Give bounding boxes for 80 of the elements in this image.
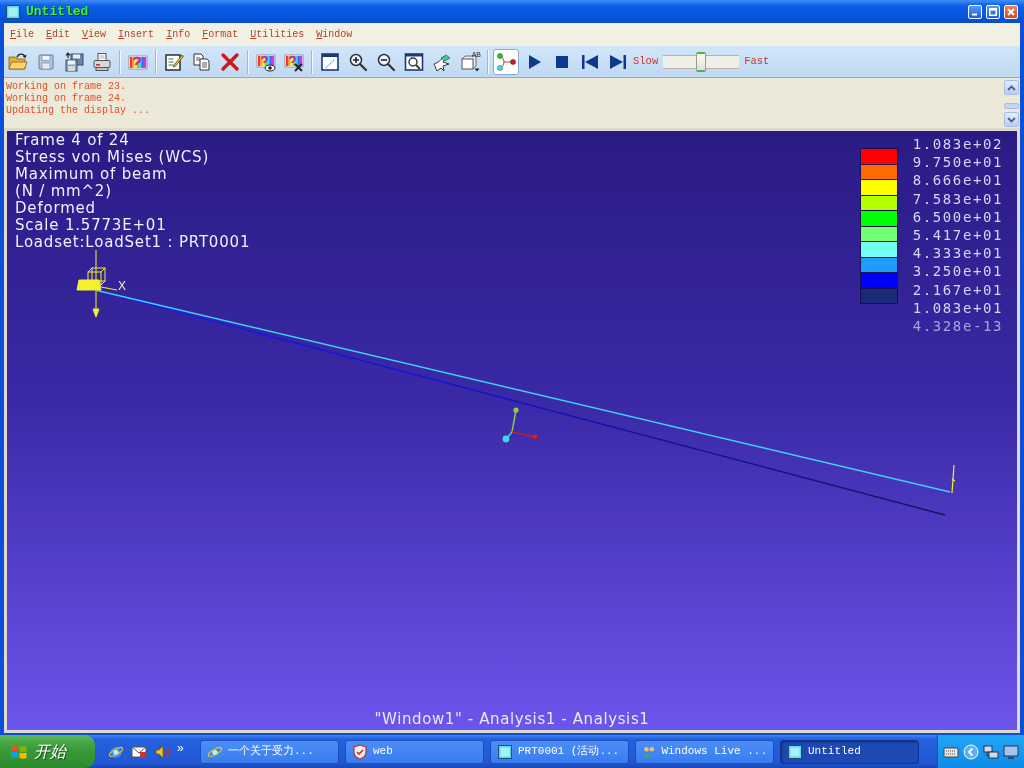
magnifier-frame-icon (404, 51, 424, 72)
floppy-arrow-icon (64, 51, 84, 72)
tray-expand-icon[interactable] (963, 743, 979, 760)
constraint-symbol-icon (76, 249, 118, 318)
scroll-up-button[interactable] (1003, 80, 1019, 95)
app-window-icon (787, 743, 803, 760)
maximize-icon (989, 7, 997, 16)
mail-icon[interactable] (131, 743, 147, 760)
monitor-icon[interactable] (1003, 743, 1019, 760)
result-info-line: Maximum of beam (15, 166, 169, 183)
window-title: Untitled (26, 2, 89, 21)
result-info-line: Stress von Mises (WCS) (15, 149, 211, 166)
four-pane-flag-icon (10, 743, 28, 760)
speaker-icon[interactable] (154, 743, 170, 760)
node-toggle-button[interactable] (493, 48, 519, 75)
menu-item[interactable]: Edit (40, 27, 77, 42)
message-line: Working on frame 23. (6, 81, 128, 93)
copy-icon (192, 51, 212, 72)
legend-value: 7.583e+01 (912, 189, 1003, 208)
scroll-down-button[interactable] (1003, 112, 1019, 127)
axis-label: X (118, 280, 126, 292)
chevron-down-icon (1006, 116, 1016, 123)
rainbow-cross-icon (284, 51, 304, 72)
menu-item[interactable]: Info (160, 27, 197, 42)
close-button[interactable] (1004, 4, 1018, 19)
legend-value: 1.083e+02 (912, 135, 1003, 154)
minimize-button[interactable] (968, 4, 982, 19)
checklist-pen-icon (164, 51, 184, 72)
delete-icon (220, 51, 240, 72)
start-button[interactable]: 开始 (0, 735, 95, 768)
legend-value: 2.167e+01 (912, 280, 1003, 299)
app-window-icon (497, 743, 513, 760)
menu-item[interactable]: Insert (112, 27, 161, 42)
chevron-up-icon (1006, 84, 1016, 91)
zoom-in-icon (348, 51, 368, 72)
legend-value: 5.417e+01 (912, 226, 1003, 245)
menu-item[interactable]: Window (310, 27, 359, 42)
window-pane-icon (320, 51, 340, 72)
taskbar-button[interactable]: Untitled (780, 739, 919, 764)
result-info-line: (N / mm^2) (15, 183, 113, 200)
message-line: Updating the display ... (6, 105, 152, 117)
shield-icon (352, 743, 368, 760)
legend-value: 4.333e+01 (912, 244, 1003, 263)
message-line: Working on frame 24. (6, 93, 128, 105)
close-icon (1007, 7, 1015, 16)
node-graph-icon (496, 51, 516, 72)
network-icon[interactable] (983, 743, 999, 760)
legend-value: 6.500e+01 (912, 207, 1003, 226)
quick-launch-more-button[interactable]: » (177, 741, 184, 754)
menu-item[interactable]: Utilities (244, 27, 311, 42)
taskbar-button[interactable]: Windows Live ... (635, 739, 774, 764)
zoom-out-icon (376, 51, 396, 72)
legend-value: 1.083e+01 (912, 298, 1003, 318)
result-info-line: Loadset:LoadSet1 : PRT0001 (15, 234, 251, 251)
slow-label: Slow (633, 53, 659, 69)
taskbar-button[interactable]: web (345, 739, 484, 764)
menu-item[interactable]: Format (196, 27, 245, 42)
end-marker-icon (951, 464, 956, 494)
viewport-caption: "Window1" - Analysis1 - Analysis1 (374, 711, 650, 728)
maximize-button[interactable] (986, 4, 1000, 19)
legend-value: 8.666e+01 (912, 171, 1003, 190)
result-info-line: Deformed (15, 200, 97, 217)
result-info-line: Frame 4 of 24 (15, 132, 131, 149)
printer-icon (92, 51, 112, 72)
app-icon (6, 4, 20, 19)
legend-value: 4.328e-13 (912, 317, 1003, 336)
legend-value: 3.250e+01 (912, 262, 1003, 281)
menu-item[interactable]: File (4, 27, 41, 42)
taskbar-button[interactable]: PRT0001 (活动... (490, 739, 629, 764)
slider-thumb[interactable] (696, 51, 707, 72)
menu-item[interactable]: View (76, 27, 113, 42)
scroll-thumb[interactable] (1003, 103, 1019, 109)
folder-icon (8, 51, 28, 72)
rainbow-eye-icon (256, 51, 276, 72)
fast-label: Fast (744, 53, 770, 69)
axis-triad-icon (502, 407, 538, 443)
taskbar-button[interactable]: 一个关于受力... (200, 739, 339, 764)
speed-slider[interactable] (663, 51, 740, 72)
legend-value: 9.750e+01 (912, 153, 1003, 172)
result-info-line: Scale 1.5773E+01 (15, 217, 168, 234)
